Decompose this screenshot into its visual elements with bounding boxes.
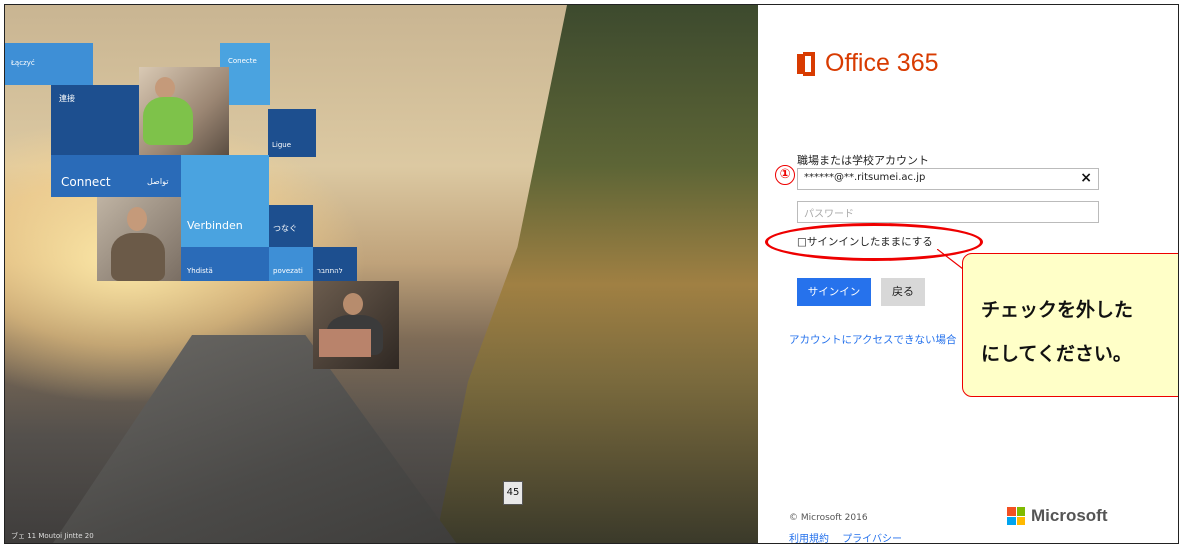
footer-links: 利用規約 プライバシー bbox=[789, 530, 912, 543]
tile-label: Conecte bbox=[228, 57, 257, 65]
step-number-badge: ① bbox=[775, 165, 795, 185]
tile-label: تواصل bbox=[147, 177, 169, 186]
instruction-callout: チェックを外した にしてください。 bbox=[962, 253, 1178, 397]
photo-man-phone bbox=[97, 197, 181, 281]
person-shirt bbox=[111, 233, 165, 281]
microsoft-wordmark: Microsoft bbox=[1031, 506, 1108, 525]
tile-ligue: Ligue bbox=[268, 109, 316, 157]
tile-laczyc: Łączyć bbox=[5, 43, 93, 85]
tile-label: 連接 bbox=[59, 94, 75, 103]
tile-label: Yhdistä bbox=[187, 267, 213, 275]
person bbox=[127, 207, 147, 231]
highway bbox=[45, 335, 465, 543]
photo-credit: ブェ 11 Moutoi Jintte 20 bbox=[11, 532, 94, 540]
username-value: ******@**.ritsumei.ac.jp bbox=[804, 172, 926, 183]
privacy-link[interactable]: プライバシー bbox=[842, 534, 902, 543]
tile-povezati: povezati bbox=[269, 247, 313, 281]
tile-arabic: تواصل bbox=[137, 155, 181, 197]
callout-line-1: チェックを外した bbox=[981, 299, 1134, 321]
password-input[interactable]: パスワード bbox=[797, 201, 1099, 223]
microsoft-logo-icon bbox=[1007, 507, 1025, 525]
hero-background: 45 Łączyć Conecte 連接 Ligue Connect تواصل… bbox=[5, 5, 758, 543]
tile-label: つなぐ bbox=[273, 224, 297, 233]
photo-woman-coffee bbox=[139, 67, 229, 155]
tile-renketsu: 連接 bbox=[51, 85, 139, 155]
signin-panel: Office 365 職場または学校アカウント ① ******@**.rits… bbox=[759, 5, 1178, 543]
password-placeholder: パスワード bbox=[804, 209, 854, 220]
office-logo: Office 365 bbox=[797, 49, 939, 78]
person-shirt bbox=[143, 97, 193, 145]
tile-label: Verbinden bbox=[187, 219, 243, 232]
laptop bbox=[319, 329, 371, 357]
account-type-heading: 職場または学校アカウント bbox=[797, 154, 929, 167]
tile-tsunagu: つなぐ bbox=[269, 205, 313, 247]
callout-line-2: にしてください。 bbox=[981, 343, 1132, 365]
tile-hebrew: להתחבר bbox=[313, 247, 357, 281]
microsoft-logo: Microsoft bbox=[1007, 506, 1108, 526]
tile-label: Ligue bbox=[272, 141, 292, 149]
tile-label: povezati bbox=[273, 267, 303, 275]
terms-link[interactable]: 利用規約 bbox=[789, 534, 829, 543]
back-button[interactable]: 戻る bbox=[881, 278, 925, 306]
person bbox=[343, 293, 363, 315]
signin-button[interactable]: サインイン bbox=[797, 278, 871, 306]
screenshot-frame: 45 Łączyć Conecte 連接 Ligue Connect تواصل… bbox=[4, 4, 1179, 544]
tile-label: Connect bbox=[61, 175, 111, 189]
tile-label: Łączyć bbox=[11, 59, 35, 67]
cant-access-account-link[interactable]: アカウントにアクセスできない場合 bbox=[789, 332, 956, 347]
office-logo-icon bbox=[797, 51, 817, 76]
hillside bbox=[435, 5, 758, 543]
photo-man-laptop bbox=[313, 281, 399, 369]
product-name: Office 365 bbox=[825, 49, 939, 77]
copyright: © Microsoft 2016 bbox=[789, 513, 868, 523]
tile-verbinden: Verbinden bbox=[181, 155, 269, 247]
tile-connect: Connect bbox=[51, 155, 137, 197]
road-sign: 45 bbox=[503, 481, 523, 505]
username-input[interactable]: ******@**.ritsumei.ac.jp × bbox=[797, 168, 1099, 190]
clear-icon[interactable]: × bbox=[1080, 170, 1092, 186]
tile-yhdista: Yhdistä bbox=[181, 247, 269, 281]
tile-label: להתחבר bbox=[317, 267, 343, 275]
person bbox=[155, 77, 175, 99]
